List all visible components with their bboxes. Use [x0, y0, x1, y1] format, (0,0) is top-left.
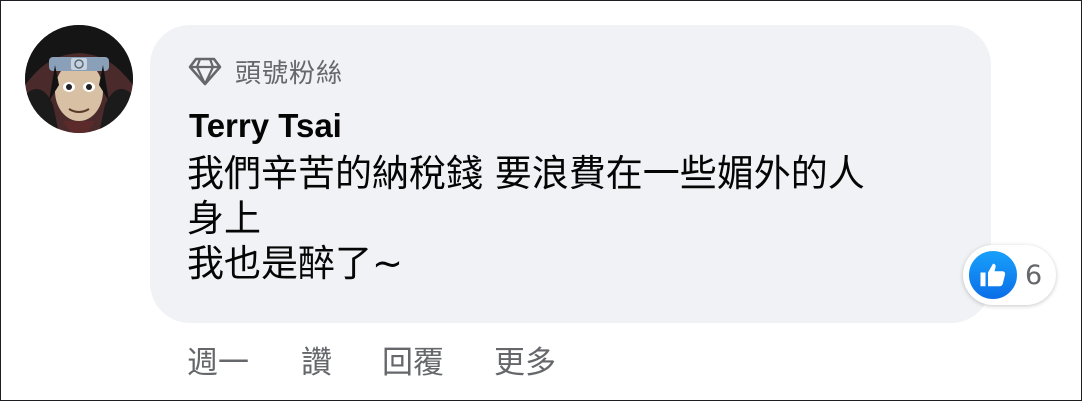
like-icon [967, 249, 1019, 301]
comment-line: 身上 [187, 197, 261, 240]
avatar-image [25, 25, 133, 133]
reply-button[interactable]: 回覆 [382, 337, 444, 382]
comment-line: 我們辛苦的納稅錢 要浪費在一些媚外的人 [187, 152, 865, 195]
diamond-icon [188, 57, 222, 86]
reaction-summary[interactable]: 6 [963, 245, 1057, 305]
reaction-count: 6 [1025, 259, 1043, 291]
like-button[interactable]: 讚 [301, 337, 332, 382]
comment-frame: 頭號粉絲 Terry Tsai 我們辛苦的納稅錢 要浪費在一些媚外的人 身上 我… [0, 0, 1082, 401]
avatar[interactable] [25, 25, 133, 133]
comment-actions: 週一 讚 回覆 更多 [187, 337, 606, 382]
timestamp-link[interactable]: 週一 [187, 337, 249, 382]
comment-author[interactable]: Terry Tsai [189, 107, 342, 145]
badge-label: 頭號粉絲 [235, 58, 344, 89]
comment-text: 我們辛苦的納稅錢 要浪費在一些媚外的人 身上 我也是醉了~ [187, 151, 967, 286]
more-button[interactable]: 更多 [494, 337, 556, 382]
top-fan-badge[interactable]: 頭號粉絲 [187, 53, 343, 89]
comment-line: 我也是醉了~ [187, 242, 404, 285]
